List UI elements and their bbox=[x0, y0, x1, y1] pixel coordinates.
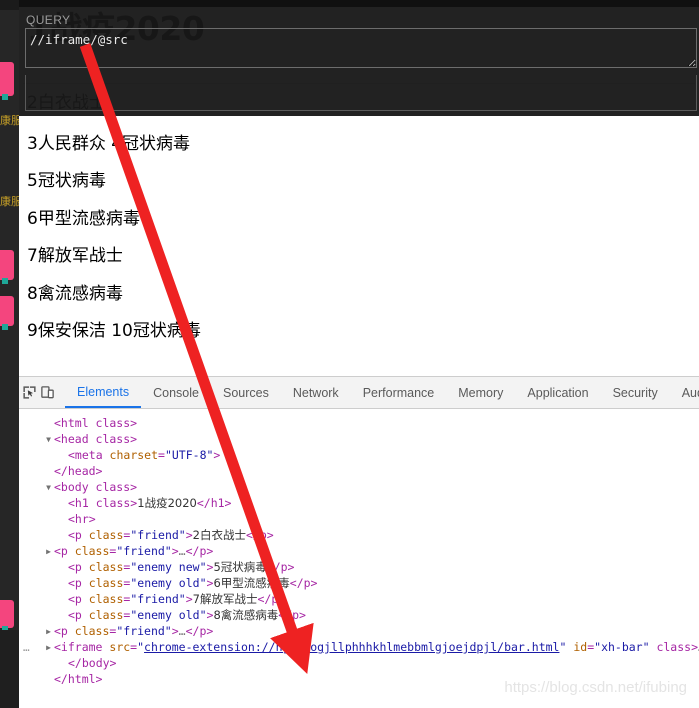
devtools-tab-bar: Elements Console Sources Network Performance… bbox=[65, 377, 699, 408]
tab-audits[interactable]: Audits bbox=[670, 377, 699, 408]
dom-tree-line[interactable]: </body> bbox=[19, 655, 699, 671]
dom-tree-line[interactable]: </head> bbox=[19, 463, 699, 479]
dom-tree-line[interactable]: <p class="enemy old">6甲型流感病毒</p> bbox=[19, 575, 699, 591]
page-paragraph: 8禽流感病毒 bbox=[27, 284, 123, 304]
page-paragraph: 6甲型流感病毒 bbox=[27, 209, 140, 229]
strip-badge bbox=[0, 62, 14, 100]
strip-badge bbox=[0, 296, 14, 330]
page-paragraph: 9保安保洁 10冠状病毒 bbox=[27, 321, 201, 341]
strip-top-bar bbox=[0, 0, 19, 10]
disclosure-triangle-icon[interactable]: ▶ bbox=[43, 624, 54, 640]
tab-security[interactable]: Security bbox=[601, 377, 670, 408]
page-paragraph: 5冠状病毒 bbox=[27, 171, 106, 191]
page-paragraph: 3人民群众 4冠状病毒 bbox=[27, 134, 191, 154]
tab-performance[interactable]: Performance bbox=[351, 377, 447, 408]
devtools-panel: Elements Console Sources Network Performance… bbox=[19, 376, 699, 708]
adjacent-window-strip: 康服 康服 bbox=[0, 0, 19, 708]
query-label: QUERY bbox=[26, 13, 71, 27]
watermark: https://blog.csdn.net/ifubing bbox=[504, 679, 687, 696]
tab-application[interactable]: Application bbox=[515, 377, 600, 408]
tab-elements[interactable]: Elements bbox=[65, 377, 142, 408]
dom-tree-line[interactable]: ▼ <body class> bbox=[19, 479, 699, 495]
dom-tree-line[interactable]: <p class="friend">2白衣战士</p> bbox=[19, 527, 699, 543]
dom-tree-line[interactable]: … ▶ <iframe src="chrome-extension://hgimno… bbox=[19, 639, 699, 655]
query-input[interactable] bbox=[25, 28, 697, 68]
strip-text-fragment: 康服 bbox=[0, 196, 19, 208]
tab-console[interactable]: Console bbox=[141, 377, 211, 408]
devtools-toolbar: Elements Console Sources Network Performance… bbox=[19, 377, 699, 409]
page-paragraph: 7解放军战士 bbox=[27, 246, 123, 266]
strip-badge bbox=[0, 600, 14, 632]
tab-network[interactable]: Network bbox=[281, 377, 351, 408]
overlay-top-bar bbox=[19, 0, 699, 7]
dom-tree-line[interactable]: <h1 class>1战疫2020</h1> bbox=[19, 495, 699, 511]
dom-tree-line[interactable]: <hr> bbox=[19, 511, 699, 527]
disclosure-triangle-icon[interactable]: ▼ bbox=[43, 432, 54, 448]
inspect-element-icon[interactable] bbox=[22, 380, 37, 406]
dom-tree-line[interactable]: <html class> bbox=[19, 415, 699, 431]
dom-tree-line[interactable]: <p class="enemy old">8禽流感病毒</p> bbox=[19, 607, 699, 623]
disclosure-triangle-icon[interactable]: ▶ bbox=[43, 544, 54, 560]
xpath-query-overlay: QUERY bbox=[19, 0, 699, 116]
dom-tree-line[interactable]: ▶ <p class="friend">…</p> bbox=[19, 543, 699, 559]
strip-badge bbox=[0, 250, 14, 284]
dom-tree[interactable]: <html class> ▼ <head class> <meta charset="… bbox=[19, 409, 699, 708]
tab-sources[interactable]: Sources bbox=[211, 377, 281, 408]
more-nodes-icon[interactable]: … bbox=[23, 640, 31, 656]
query-results-box bbox=[25, 75, 697, 111]
dom-tree-line[interactable]: <p class="enemy new">5冠状病毒</p> bbox=[19, 559, 699, 575]
disclosure-triangle-icon[interactable]: ▶ bbox=[43, 640, 54, 656]
strip-bottom-fill bbox=[0, 630, 19, 708]
dom-tree-line[interactable]: <p class="friend">7解放军战士</p> bbox=[19, 591, 699, 607]
tab-memory[interactable]: Memory bbox=[446, 377, 515, 408]
dom-tree-line[interactable]: ▼ <head class> bbox=[19, 431, 699, 447]
dom-tree-line[interactable]: <meta charset="UTF-8"> bbox=[19, 447, 699, 463]
dom-tree-line[interactable]: ▶ <p class="friend">…</p> bbox=[19, 623, 699, 639]
device-toolbar-icon[interactable] bbox=[40, 380, 55, 406]
disclosure-triangle-icon[interactable]: ▼ bbox=[43, 480, 54, 496]
strip-text-fragment: 康服 bbox=[0, 115, 19, 127]
